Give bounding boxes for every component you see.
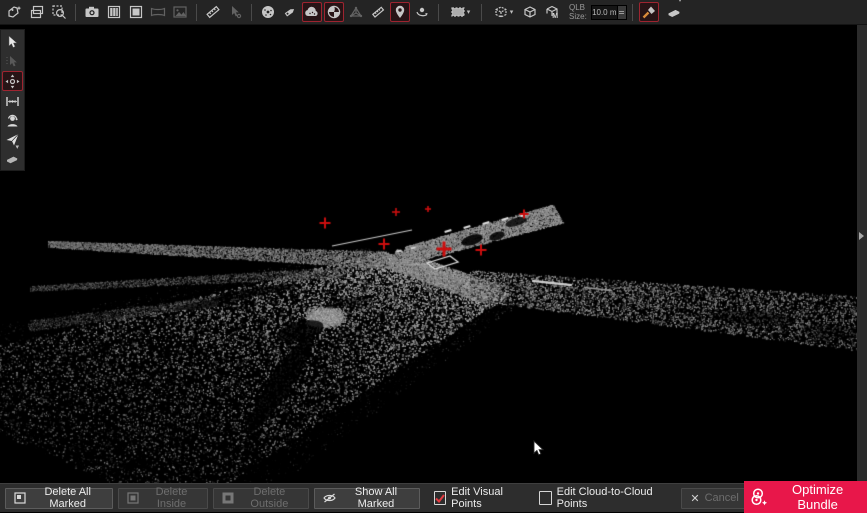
left-toolbar: ▾ — [0, 29, 25, 171]
clip-box-icon[interactable]: ▾ — [488, 2, 518, 22]
point-cloud-icon[interactable] — [302, 2, 322, 22]
optimize-bundle-button[interactable]: Optimize Bundle — [744, 481, 867, 513]
toolbar-separator — [75, 4, 76, 21]
toolbar-separator — [251, 4, 252, 21]
select-pointer-icon[interactable] — [225, 2, 245, 22]
measure-icon[interactable] — [203, 2, 223, 22]
svg-text:M: M — [552, 13, 558, 20]
eraser-tool-icon[interactable]: ▾ — [3, 149, 22, 167]
camera-icon[interactable] — [82, 2, 102, 22]
toolbar-separator — [632, 4, 633, 21]
zoom-region-icon[interactable] — [49, 2, 69, 22]
delete-outside-button[interactable]: Delete Outside — [213, 488, 310, 509]
close-icon: ✕ — [690, 492, 699, 505]
checkbox-box — [539, 491, 551, 505]
single-view-icon[interactable] — [126, 2, 146, 22]
select-cursor-icon[interactable] — [3, 33, 22, 51]
marker-pin-icon[interactable] — [390, 2, 410, 22]
delete-inside-button[interactable]: Delete Inside — [118, 488, 207, 509]
show-all-marked-button[interactable]: Show All Marked — [314, 488, 420, 509]
calibration-sphere-icon[interactable] — [324, 2, 344, 22]
auto-tag-icon[interactable] — [5, 2, 25, 22]
toolbar-separator — [196, 4, 197, 21]
qlb-size-input[interactable]: 10.0 m — [591, 5, 627, 20]
cascade-windows-icon[interactable] — [27, 2, 47, 22]
box-icon[interactable] — [520, 2, 540, 22]
tag-icon[interactable] — [280, 2, 300, 22]
qlb-size-label: QLB Size: — [569, 3, 587, 21]
fly-navigation-icon[interactable] — [3, 130, 22, 148]
panorama-icon[interactable] — [148, 2, 168, 22]
toolbar-separator — [438, 4, 439, 21]
disc-icon[interactable] — [258, 2, 278, 22]
cancel-button[interactable]: ✕ Cancel — [681, 488, 747, 509]
edit-cloud-to-cloud-points-checkbox[interactable]: Edit Cloud-to-Cloud Points — [539, 486, 669, 510]
rect-select-icon[interactable]: ▾ — [445, 2, 475, 22]
point-cloud-viewport[interactable] — [0, 25, 867, 483]
bundle-icon — [750, 487, 767, 507]
eraser-icon[interactable]: ▾ — [664, 2, 684, 22]
delete-all-marked-button[interactable]: Delete All Marked — [5, 488, 113, 509]
move-tool-icon[interactable] — [2, 71, 23, 91]
checkbox-box — [434, 491, 446, 505]
right-panel-strip — [857, 25, 867, 483]
panel-expander-arrow[interactable] — [859, 232, 864, 240]
bottom-action-bar: Delete All Marked Delete Inside Delete O… — [0, 483, 867, 512]
ruler-icon[interactable] — [368, 2, 388, 22]
box-m-icon[interactable]: M — [542, 2, 562, 22]
mesh-icon[interactable] — [346, 2, 366, 22]
spacing-measure-icon[interactable] — [3, 92, 22, 110]
top-toolbar: ▾ ▾ M QLB Size: 10.0 m ▾ — [0, 0, 867, 25]
person-view-icon[interactable] — [3, 111, 22, 129]
paint-select-icon[interactable] — [639, 2, 659, 22]
image-icon[interactable] — [170, 2, 190, 22]
edit-visual-points-checkbox[interactable]: Edit Visual Points — [434, 486, 525, 510]
point-cloud-canvas[interactable] — [0, 25, 867, 483]
select-cursor-alt-icon[interactable] — [3, 52, 22, 70]
split-view-icon[interactable] — [104, 2, 124, 22]
orbit-marker-icon[interactable] — [412, 2, 432, 22]
toolbar-separator — [481, 4, 482, 21]
qlb-size-stepper[interactable] — [617, 6, 626, 19]
